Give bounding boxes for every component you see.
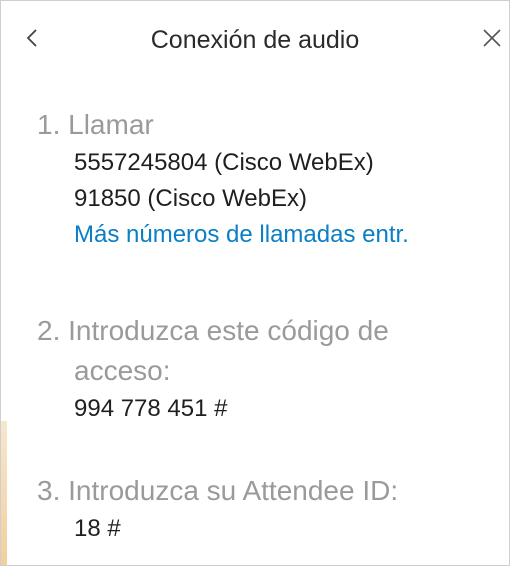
panel-header: Conexión de audio — [1, 1, 509, 81]
step-label: Introduzca este código de — [68, 315, 389, 346]
step-label: Introduzca su Attendee ID: — [68, 475, 399, 506]
step-call-heading: 1. Llamar — [37, 105, 497, 145]
step-attendee-id: 3. Introduzca su Attendee ID: 18 # — [37, 471, 497, 547]
attendee-id: 18 # — [74, 515, 121, 542]
dial-number-primary: 5557245804 (Cisco WebEx) — [74, 149, 374, 176]
step-number: 1. — [37, 109, 61, 140]
step-call: 1. Llamar 5557245804 (Cisco WebEx) 91850… — [37, 105, 497, 253]
access-code: 994 778 451 # — [74, 395, 228, 422]
step-number: 2. — [37, 315, 61, 346]
step-number: 3. — [37, 475, 61, 506]
step-attendee-heading: 3. Introduzca su Attendee ID: — [37, 471, 497, 511]
more-numbers-link[interactable]: Más números de llamadas entr. — [37, 217, 497, 253]
step-access-heading: 2. Introduzca este código de acceso: — [37, 311, 497, 391]
window-edge-decoration — [1, 421, 7, 565]
audio-connection-panel: Conexión de audio 1. Llamar 5557245804 (… — [0, 0, 510, 566]
back-button[interactable] — [21, 23, 45, 53]
step-label: Llamar — [68, 109, 154, 140]
panel-title: Conexión de audio — [150, 26, 360, 54]
step-label-continued: acceso: — [74, 355, 171, 386]
step-access-code: 2. Introduzca este código de acceso: 994… — [37, 311, 497, 427]
close-button[interactable] — [479, 23, 505, 53]
dial-number-secondary: 91850 (Cisco WebEx) — [74, 185, 307, 212]
chevron-left-icon — [26, 29, 37, 47]
close-icon — [483, 29, 501, 47]
